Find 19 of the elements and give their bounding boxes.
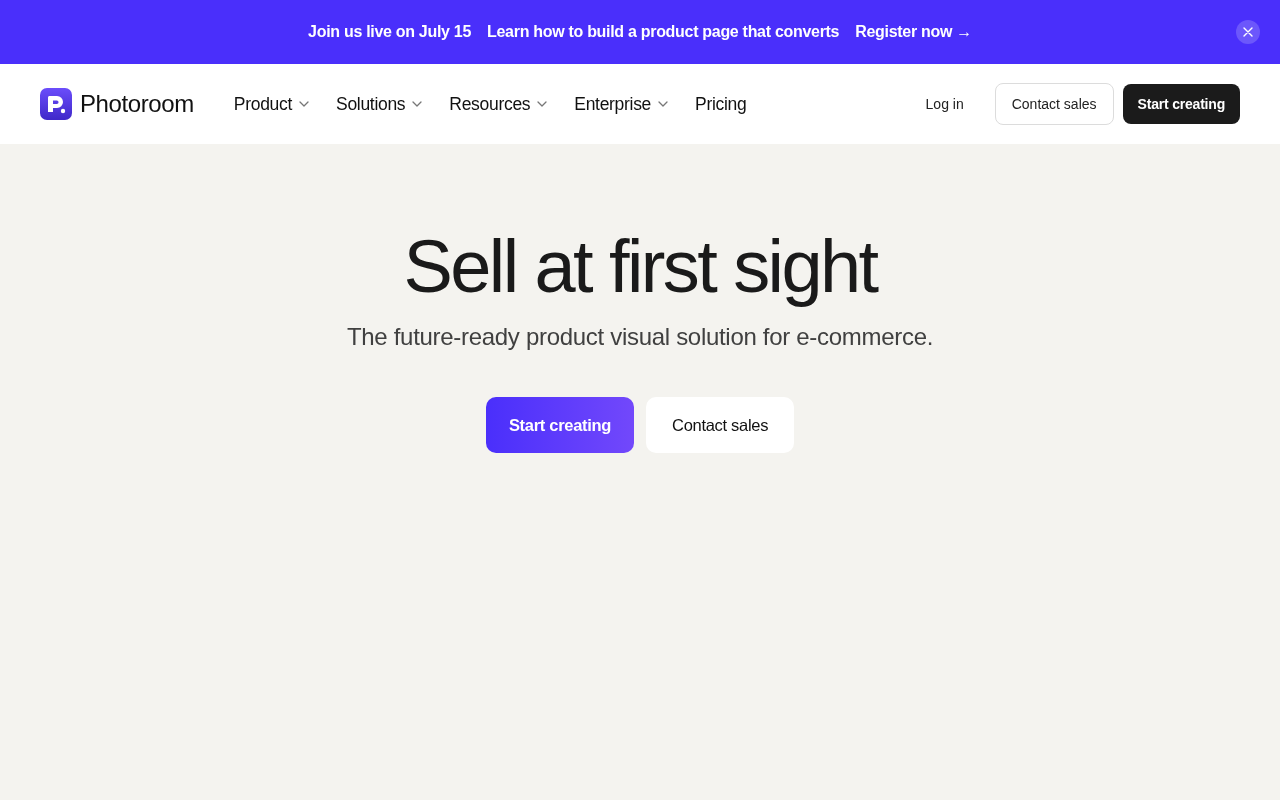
register-link[interactable]: Register now → [855, 20, 972, 44]
close-icon [1243, 27, 1253, 37]
contact-sales-button[interactable]: Contact sales [646, 397, 795, 454]
start-creating-button[interactable]: Start creating [485, 397, 635, 454]
hero-subtitle: The future-ready product visual solution for e-commerce. [345, 322, 935, 353]
start-creating-button[interactable]: Start creating [1122, 84, 1240, 124]
logo-icon[interactable] [40, 88, 72, 120]
nav-menu-item[interactable]: Product [233, 90, 310, 118]
nav-menu-item[interactable]: Enterprise [574, 90, 669, 118]
banner-message: Learn how to build a product page that converts [487, 22, 840, 42]
nav-menu-item[interactable]: Resources [449, 90, 548, 118]
brand-name[interactable]: Photoroom [80, 86, 194, 122]
nav-menu-item[interactable]: Pricing [695, 90, 747, 118]
nav-menu-item[interactable]: Solutions [336, 90, 423, 118]
contact-sales-button[interactable]: Contact sales [994, 83, 1114, 125]
banner-headline: Join us live on July 15 [308, 22, 472, 42]
login-link[interactable]: Log in [911, 93, 978, 115]
close-button[interactable] [1236, 20, 1260, 44]
hero-title: Sell at first sight [402, 226, 879, 308]
